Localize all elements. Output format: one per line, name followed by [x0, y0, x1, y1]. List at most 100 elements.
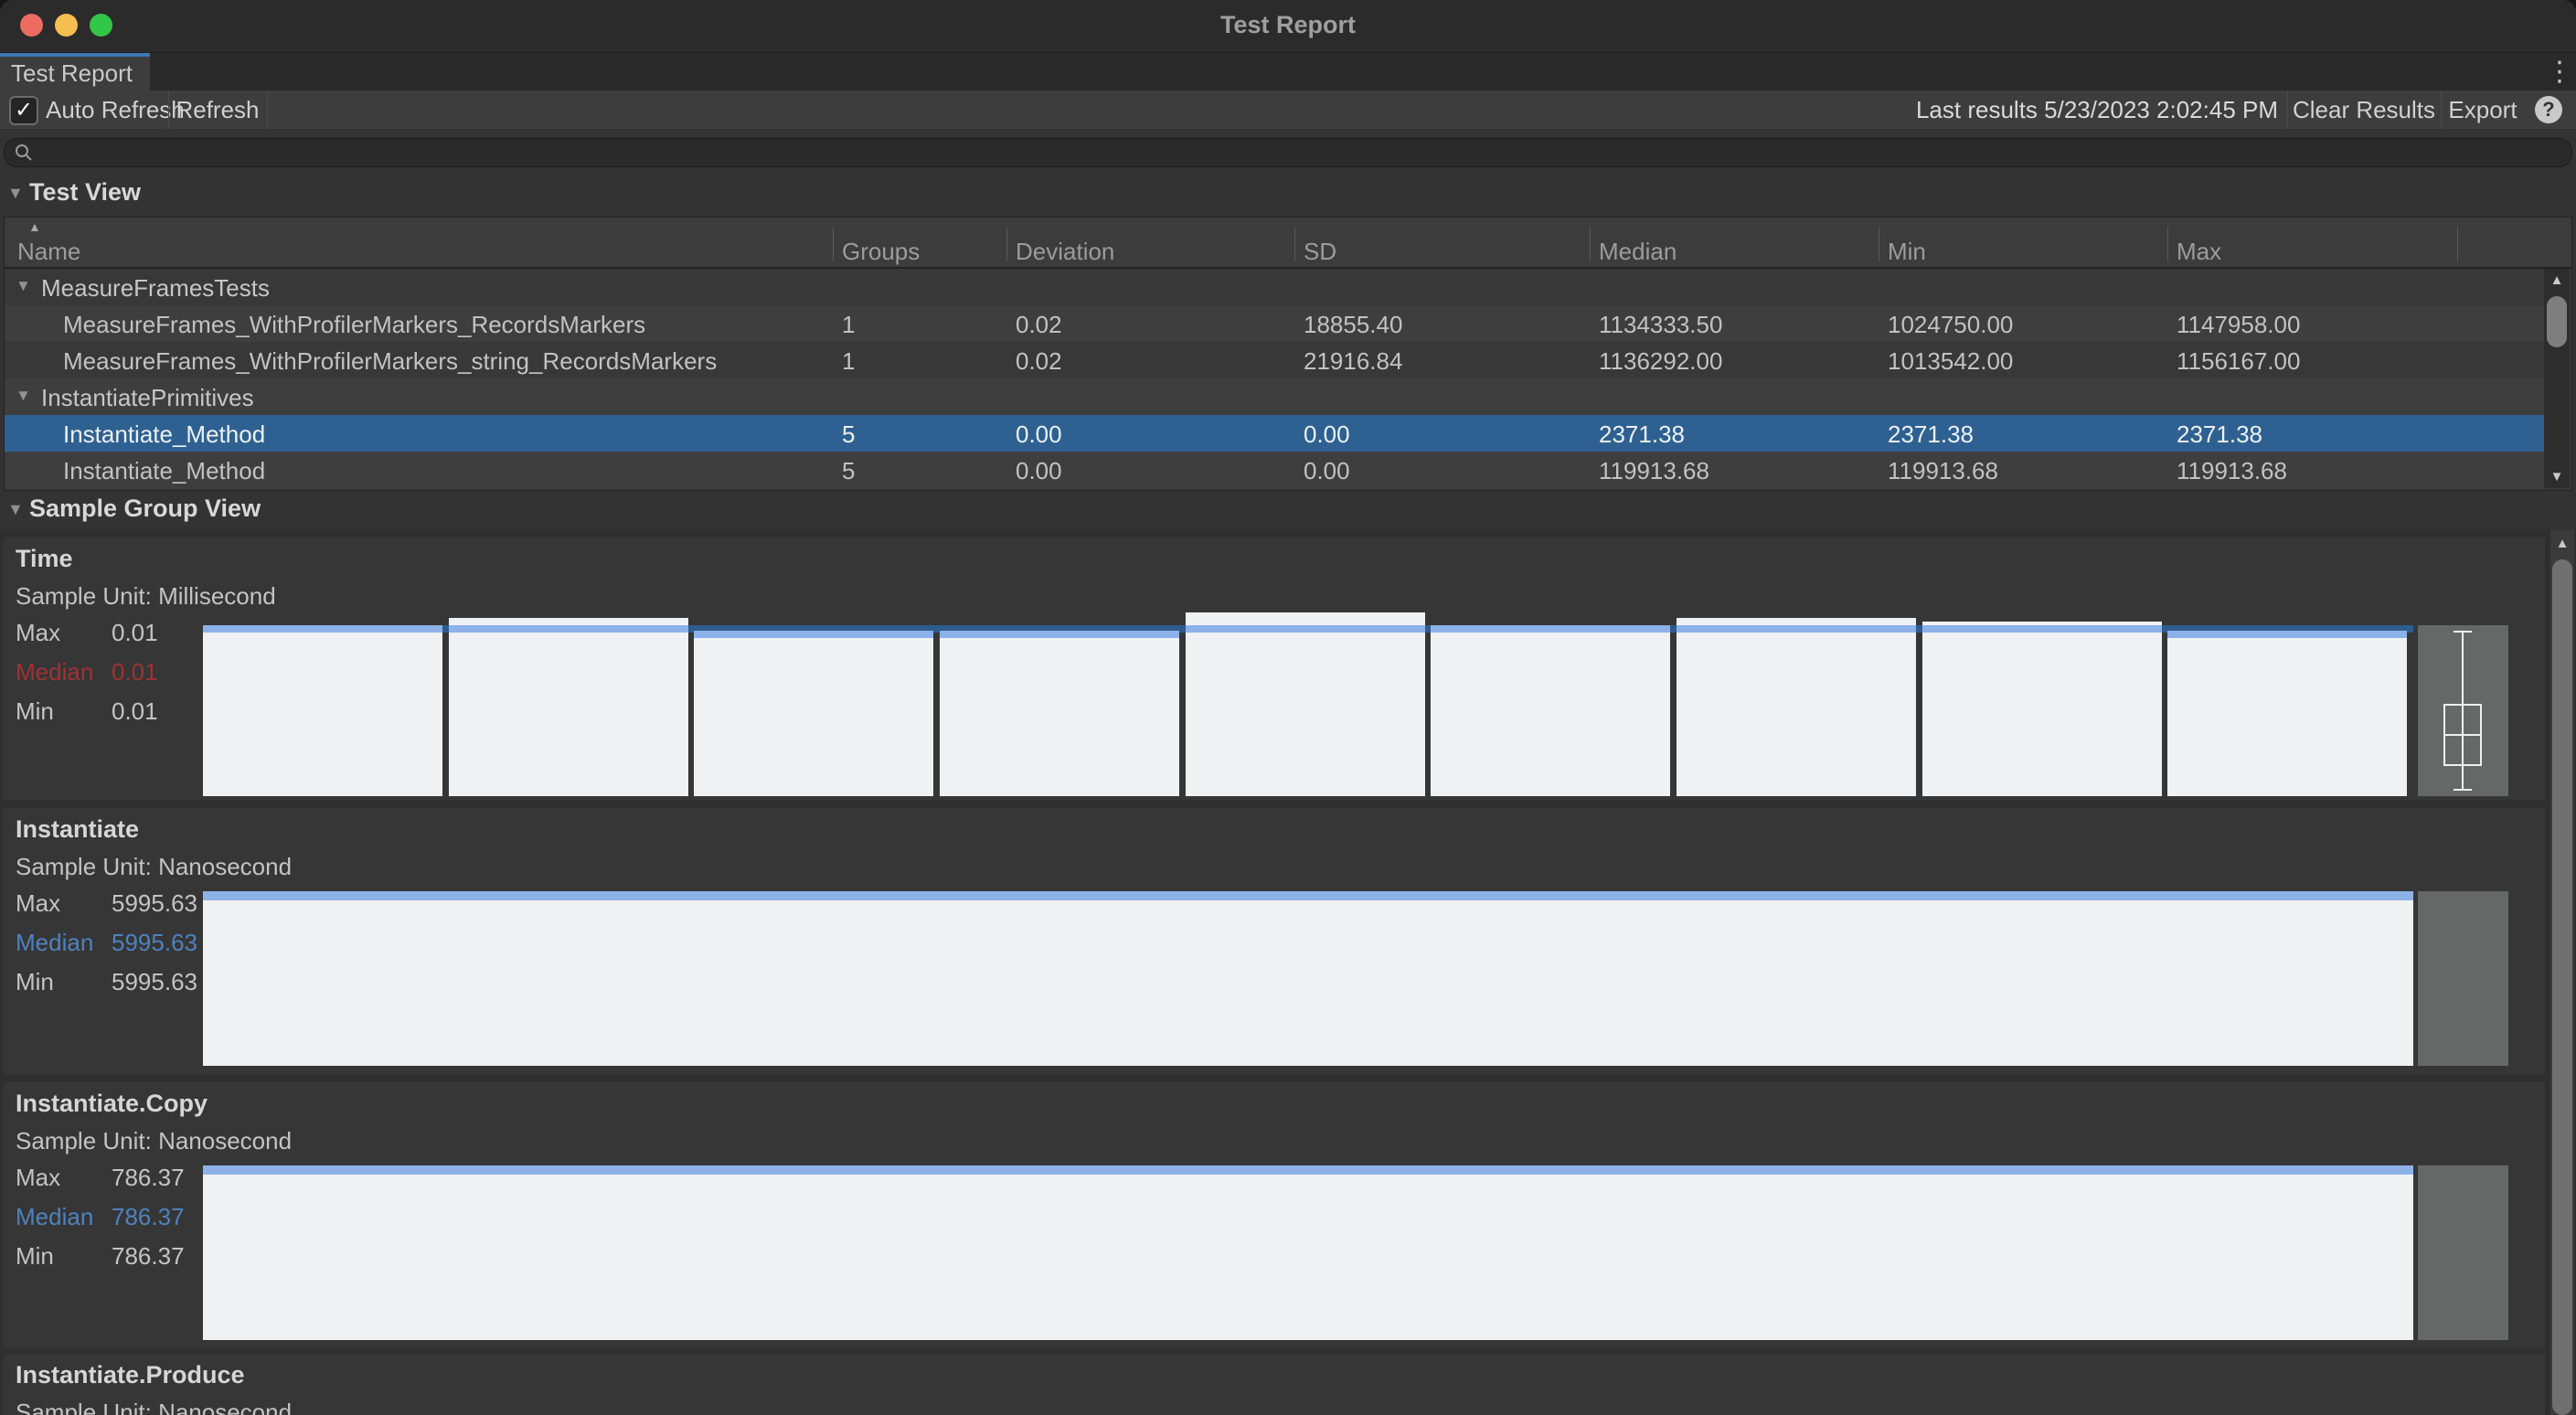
stat-label-max: Max — [16, 619, 107, 647]
median-line — [203, 891, 2413, 900]
column-header-max[interactable]: Max — [2177, 238, 2221, 266]
check-icon: ✓ — [15, 98, 33, 122]
sample-bar — [449, 618, 688, 796]
clear-results-button[interactable]: Clear Results — [2287, 96, 2441, 124]
tab-test-report[interactable]: Test Report — [0, 53, 150, 90]
sample-group-view-scrollbar-thumb[interactable] — [2552, 559, 2572, 1415]
stat-value-median: 5995.63 — [112, 929, 197, 957]
column-header-name[interactable]: Name — [17, 238, 80, 266]
column-header-deviation[interactable]: Deviation — [1016, 238, 1114, 266]
window-title: Test Report — [0, 11, 2576, 39]
cell-max: 1147958.00 — [2177, 311, 2300, 339]
sample-group-panel: TimeSample Unit: MillisecondMax0.01Media… — [4, 537, 2545, 800]
titlebar: Test Report — [0, 0, 2576, 53]
sample-bar — [2167, 631, 2407, 796]
tab-accent-line — [0, 53, 150, 57]
tab-label: Test Report — [11, 59, 133, 88]
sample-unit-label: Sample Unit: Nanosecond — [16, 853, 292, 881]
median-line — [940, 631, 1179, 638]
cell-max: 1156167.00 — [2177, 347, 2300, 376]
cell-sd: 18855.40 — [1304, 311, 1402, 339]
scroll-up-icon[interactable]: ▲ — [2550, 536, 2574, 551]
column-header-min[interactable]: Min — [1888, 238, 1926, 266]
search-field[interactable] — [4, 138, 2572, 167]
sample-group-chart — [203, 891, 2413, 1066]
refresh-button[interactable]: Refresh — [168, 96, 267, 124]
scroll-up-icon[interactable]: ▲ — [2544, 272, 2570, 288]
sample-unit-label: Sample Unit: Millisecond — [16, 582, 276, 611]
tab-bar: Test Report ⋮ — [0, 53, 2576, 90]
sample-bar — [1677, 618, 1916, 796]
sample-group-title: Instantiate — [16, 815, 139, 844]
test-name: Instantiate_Method — [63, 420, 265, 449]
sample-bar — [203, 625, 442, 796]
test-view-table: ▲ Name Groups Deviation SD Median Min Ma… — [4, 217, 2572, 491]
sample-unit-label: Sample Unit: Nanosecond — [16, 1399, 292, 1415]
sample-group-panel: Instantiate.CopySample Unit: NanosecondM… — [4, 1082, 2545, 1348]
export-button[interactable]: Export — [2441, 96, 2525, 124]
median-line — [203, 1165, 2413, 1175]
sample-bar — [694, 631, 933, 796]
kebab-menu-icon[interactable]: ⋮ — [2543, 55, 2576, 90]
median-line — [1922, 625, 2162, 633]
column-divider — [1294, 227, 1295, 261]
median-line — [203, 625, 442, 633]
search-icon — [14, 143, 36, 165]
toolbar: ✓ Auto Refresh Refresh Last results 5/23… — [0, 90, 2576, 130]
median-line — [694, 631, 933, 638]
sort-ascending-icon: ▲ — [28, 219, 41, 234]
table-scrollbar[interactable]: ▲ ▼ — [2544, 269, 2570, 488]
sample-group-chart — [203, 625, 2413, 796]
stat-label-median: Median — [16, 1203, 107, 1231]
cell-min: 119913.68 — [1888, 457, 1998, 485]
table-row[interactable]: MeasureFrames_WithProfilerMarkers_Record… — [5, 305, 2544, 342]
test-view-title: Test View — [29, 178, 141, 207]
test-name: MeasureFrames_WithProfilerMarkers_string… — [63, 347, 717, 376]
stat-label-max: Max — [16, 889, 107, 918]
scroll-down-icon[interactable]: ▼ — [2544, 469, 2570, 484]
cell-median: 119913.68 — [1599, 457, 1709, 485]
table-header: ▲ Name Groups Deviation SD Median Min Ma… — [5, 218, 2571, 269]
table-row[interactable]: Instantiate_Method50.000.00119913.681199… — [5, 452, 2544, 488]
help-button[interactable]: ? — [2535, 96, 2562, 123]
table-row[interactable]: ▼MeasureFramesTests — [5, 269, 2544, 305]
table-row[interactable]: ▼InstantiatePrimitives — [5, 378, 2544, 415]
median-line — [449, 625, 688, 633]
median-line — [1677, 625, 1916, 633]
row-foldout-icon[interactable]: ▼ — [16, 277, 31, 295]
median-line — [2167, 631, 2407, 638]
cell-min: 2371.38 — [1888, 420, 1974, 449]
cell-deviation: 0.02 — [1016, 347, 1062, 376]
cell-median: 2371.38 — [1599, 420, 1685, 449]
auto-refresh-checkbox[interactable]: ✓ — [9, 96, 38, 125]
cell-min: 1013542.00 — [1888, 347, 2013, 376]
sample-group-title: Instantiate.Produce — [16, 1361, 245, 1389]
table-scrollbar-thumb[interactable] — [2547, 296, 2567, 347]
box-plot-panel — [2418, 1165, 2508, 1340]
column-header-median[interactable]: Median — [1599, 238, 1677, 266]
row-foldout-icon[interactable]: ▼ — [16, 387, 31, 405]
stat-label-min: Min — [16, 697, 107, 726]
test-view-foldout-icon[interactable]: ▼ — [7, 184, 24, 203]
column-header-groups[interactable]: Groups — [842, 238, 920, 266]
sample-group-panel: Instantiate.Produce Sample Unit: Nanoseco… — [4, 1354, 2545, 1415]
sample-group-title: Time — [16, 545, 73, 573]
sample-group-view-foldout-icon[interactable]: ▼ — [7, 500, 24, 519]
table-row[interactable]: MeasureFrames_WithProfilerMarkers_string… — [5, 342, 2544, 378]
sample-group-view-title: Sample Group View — [29, 495, 261, 523]
table-row[interactable]: Instantiate_Method50.000.002371.382371.3… — [5, 415, 2544, 452]
cell-sd: 21916.84 — [1304, 347, 1402, 376]
sample-group-chart — [203, 1165, 2413, 1340]
stat-value-min: 786.37 — [112, 1242, 185, 1271]
cell-groups: 1 — [842, 311, 855, 339]
cell-median: 1134333.50 — [1599, 311, 1722, 339]
sample-group-title: Instantiate.Copy — [16, 1090, 208, 1118]
column-header-sd[interactable]: SD — [1304, 238, 1336, 266]
toolbar-separator — [267, 90, 268, 129]
stat-label-min: Min — [16, 1242, 107, 1271]
cell-median: 1136292.00 — [1599, 347, 1722, 376]
stat-label-median: Median — [16, 929, 107, 957]
sample-group-view-scrollbar[interactable]: ▲ — [2550, 530, 2574, 1415]
search-input[interactable] — [43, 140, 2551, 165]
cell-sd: 0.00 — [1304, 420, 1350, 449]
